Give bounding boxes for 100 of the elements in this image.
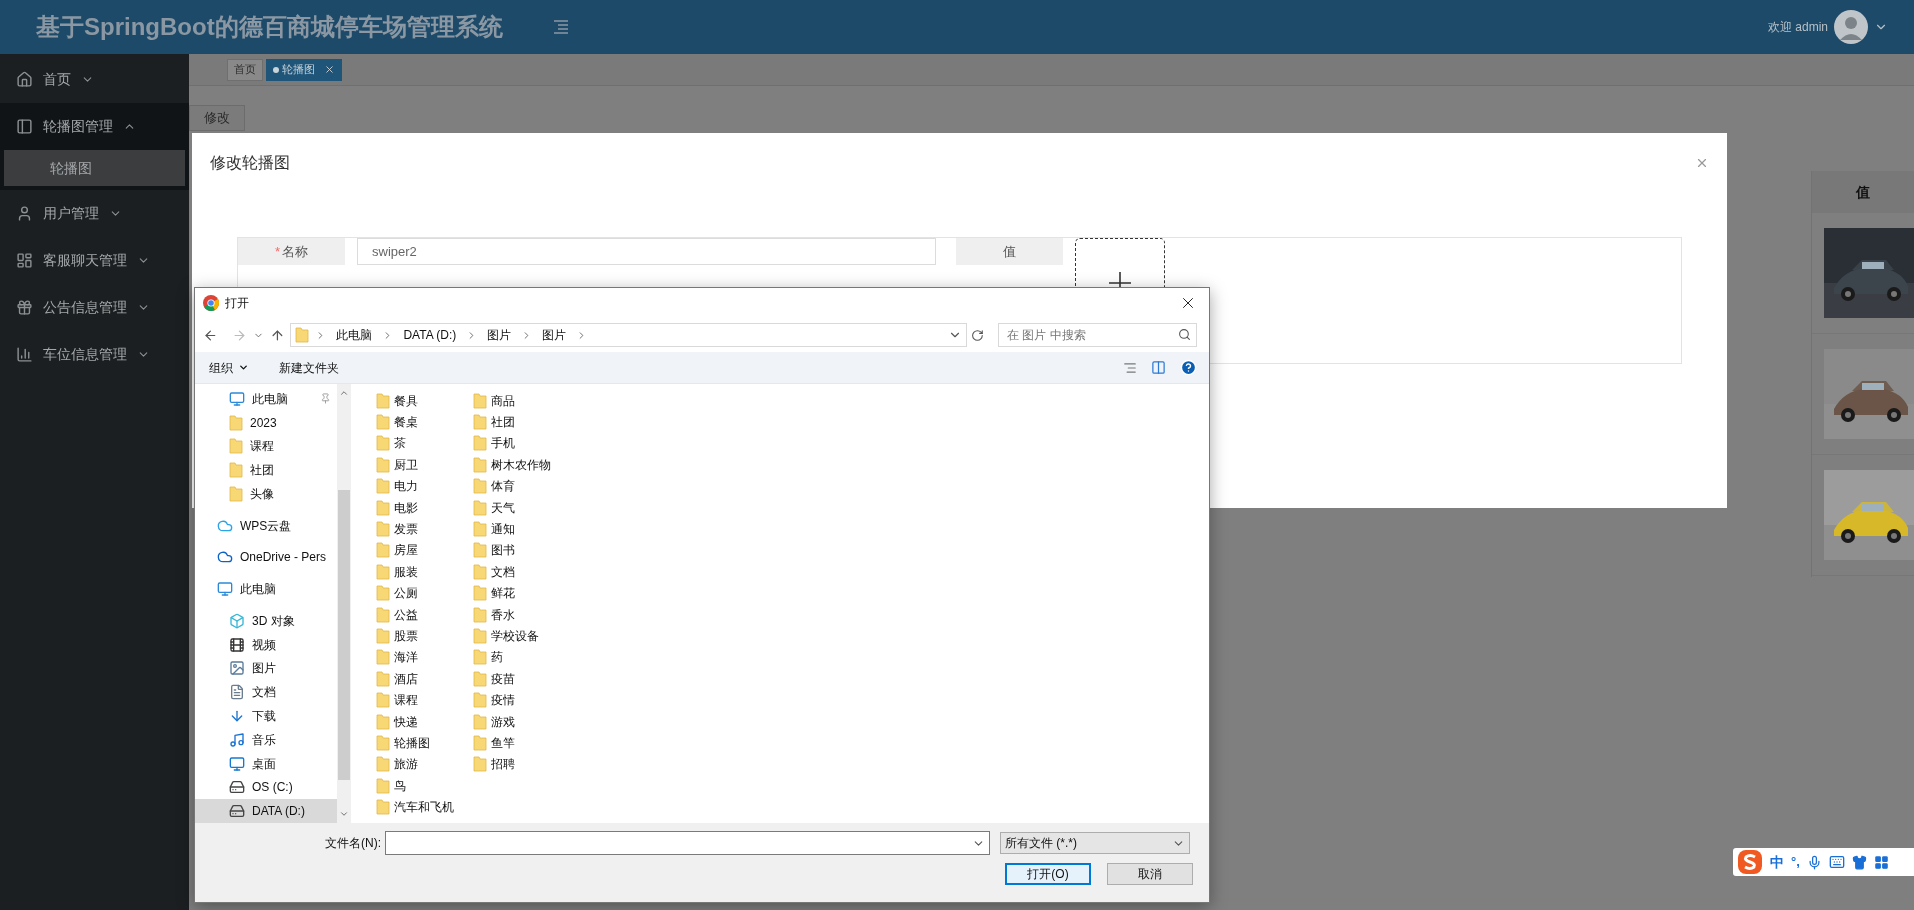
folder-item[interactable]: 图书 — [473, 539, 570, 562]
folder-icon — [473, 499, 487, 516]
scroll-up-icon[interactable] — [339, 388, 349, 398]
menu-item[interactable]: 用户管理 — [0, 190, 189, 237]
menu-item[interactable]: 轮播图管理 — [0, 103, 189, 150]
grid-icon[interactable] — [1873, 854, 1889, 870]
folder-item[interactable]: 厨卫 — [376, 454, 473, 476]
file-type-select[interactable]: 所有文件 (*.*) — [1000, 832, 1190, 854]
dialog-button[interactable]: 打开(O) — [1005, 863, 1091, 885]
menu-item[interactable]: 首页 — [0, 56, 189, 103]
search-field[interactable]: 在 图片 中搜索 — [998, 323, 1197, 347]
action-tab[interactable]: 修改 — [189, 105, 245, 131]
folder-item[interactable]: 旅游 — [376, 753, 473, 776]
nav-item[interactable]: 桌面 — [195, 751, 337, 776]
nav-item[interactable]: 此电脑 — [195, 387, 337, 411]
nav-item[interactable]: 头像 — [195, 482, 337, 506]
folder-item[interactable]: 股票 — [376, 625, 473, 647]
folder-item[interactable]: 发票 — [376, 518, 473, 540]
folder-item[interactable]: 学校设备 — [473, 625, 570, 647]
folder-item[interactable]: 餐具 — [376, 390, 473, 412]
scroll-down-icon[interactable] — [339, 809, 349, 819]
breadcrumb-item[interactable]: 图片 — [538, 326, 571, 344]
submenu-item[interactable]: 轮播图 — [4, 150, 185, 186]
nav-item[interactable]: 音乐 — [195, 727, 337, 752]
nav-item[interactable]: DATA (D:) — [195, 799, 337, 823]
filename-field[interactable] — [385, 831, 990, 855]
toolbar-button[interactable]: 组织 — [209, 358, 249, 377]
folder-item[interactable]: 疫情 — [473, 689, 570, 711]
folder-item[interactable]: 酒店 — [376, 668, 473, 690]
dialog-button[interactable]: 取消 — [1107, 863, 1193, 885]
avatar[interactable] — [1834, 10, 1868, 44]
nav-item[interactable]: 2023 — [195, 410, 337, 435]
page-tab[interactable]: 轮播图 — [266, 58, 342, 81]
folder-item[interactable]: 药 — [473, 646, 570, 669]
folder-item[interactable]: 电力 — [376, 475, 473, 497]
help-icon[interactable] — [1180, 359, 1197, 376]
folder-icon — [376, 649, 390, 666]
folder-item[interactable]: 疫苗 — [473, 668, 570, 690]
folder-item[interactable]: 汽车和飞机 — [376, 796, 473, 818]
nav-item[interactable]: 此电脑 — [195, 577, 337, 601]
menu-item[interactable]: 客服聊天管理 — [0, 237, 189, 284]
scrollbar-thumb[interactable] — [338, 490, 350, 780]
folder-item[interactable]: 文档 — [473, 561, 570, 583]
folder-item[interactable]: 鸟 — [376, 775, 473, 797]
nav-item[interactable]: 下载 — [195, 704, 337, 728]
folder-item[interactable]: 手机 — [473, 432, 570, 455]
up-icon[interactable] — [269, 327, 285, 343]
breadcrumb-item[interactable]: 此电脑 — [332, 326, 377, 344]
folder-item[interactable]: 课程 — [376, 689, 473, 711]
folder-item[interactable]: 天气 — [473, 496, 570, 519]
name-field[interactable]: swiper2 — [357, 238, 936, 265]
menu-icon[interactable] — [552, 20, 569, 34]
scrollbar[interactable] — [337, 384, 351, 823]
folder-item[interactable]: 公益 — [376, 603, 473, 626]
breadcrumb-item[interactable]: 图片 — [483, 326, 516, 344]
nav-item[interactable]: 文档 — [195, 680, 337, 705]
nav-item[interactable]: 社团 — [195, 458, 337, 483]
folder-item[interactable]: 房屋 — [376, 539, 473, 562]
folder-item[interactable]: 电影 — [376, 496, 473, 519]
menu-item[interactable]: 公告信息管理 — [0, 284, 189, 331]
nav-item[interactable]: 3D 对象 — [195, 608, 337, 633]
folder-item[interactable]: 服装 — [376, 561, 473, 583]
keyboard-icon[interactable] — [1828, 854, 1845, 870]
folder-item[interactable]: 餐桌 — [376, 411, 473, 433]
folder-item[interactable]: 鱼竿 — [473, 732, 570, 754]
folder-item[interactable]: 茶 — [376, 432, 473, 455]
folder-item[interactable]: 招聘 — [473, 753, 570, 776]
breadcrumb-item[interactable]: DATA (D:) — [399, 326, 461, 344]
refresh-icon[interactable] — [971, 328, 985, 342]
folder-item[interactable]: 香水 — [473, 603, 570, 626]
input-mode[interactable]: 中 — [1770, 851, 1784, 873]
punctuation-mode[interactable]: °, — [1791, 852, 1800, 872]
nav-item[interactable]: OS (C:) — [195, 775, 337, 800]
folder-icon — [376, 542, 390, 559]
back-icon[interactable] — [203, 327, 218, 343]
shirt-icon[interactable] — [1851, 854, 1867, 870]
toolbar-button[interactable]: 新建文件夹 — [279, 358, 339, 377]
nav-item[interactable]: OneDrive - Pers — [195, 545, 337, 570]
preview-pane-icon[interactable] — [1151, 360, 1166, 375]
folder-item[interactable]: 树木农作物 — [473, 454, 570, 476]
folder-item[interactable]: 海洋 — [376, 646, 473, 669]
bar-chart-icon — [16, 346, 33, 363]
view-options-icon[interactable] — [1123, 360, 1137, 375]
folder-item[interactable]: 快递 — [376, 710, 473, 733]
microphone-icon[interactable] — [1806, 854, 1822, 870]
folder-item[interactable]: 公厕 — [376, 582, 473, 604]
folder-item[interactable]: 鲜花 — [473, 582, 570, 604]
folder-item[interactable]: 体育 — [473, 475, 570, 497]
menu-item[interactable]: 车位信息管理 — [0, 331, 189, 378]
nav-item[interactable]: 视频 — [195, 632, 337, 657]
nav-item[interactable]: 课程 — [195, 434, 337, 459]
nav-item[interactable]: WPS云盘 — [195, 513, 337, 538]
address-bar[interactable]: 此电脑 DATA (D:) 图片 图片 — [290, 323, 968, 347]
folder-item[interactable]: 商品 — [473, 390, 570, 412]
folder-item[interactable]: 社团 — [473, 411, 570, 433]
page-tab[interactable]: 首页 — [227, 58, 263, 81]
folder-item[interactable]: 轮播图 — [376, 732, 473, 754]
nav-item[interactable]: 图片 — [195, 656, 337, 681]
folder-item[interactable]: 通知 — [473, 518, 570, 540]
folder-item[interactable]: 游戏 — [473, 710, 570, 733]
